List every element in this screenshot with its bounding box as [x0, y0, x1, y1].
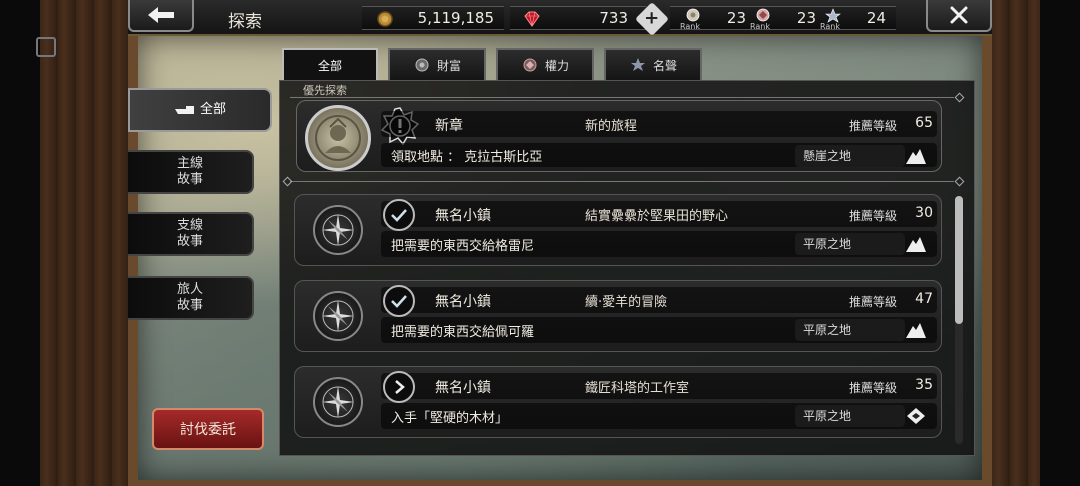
hunt-request-button[interactable]: 討伐委託	[152, 408, 264, 450]
back-button[interactable]	[128, 0, 194, 32]
compass-emblem-icon	[313, 377, 363, 427]
gem-value: 733	[599, 9, 628, 27]
pointing-hand-icon	[174, 106, 194, 114]
tab-label: 財富	[436, 58, 461, 73]
chapter-emblem-icon	[305, 105, 371, 171]
featured-quest-card[interactable]: 新章 新的旅程 推薦等級 65 領取地點 ： 克拉古斯比亞 懸崖之地	[296, 100, 942, 172]
page-title: 探索	[228, 12, 262, 32]
tab-label: 全部	[317, 58, 342, 73]
recommended-level-label: 推薦等級	[849, 209, 898, 223]
recommended-level-value: 65	[915, 115, 933, 131]
quest-card[interactable]: 無名小鎮 鐵匠科塔的工作室 推薦等級 35 入手「堅硬的木材」 平原之地	[294, 366, 942, 438]
tab-label: 權力	[544, 58, 569, 73]
gem-icon	[524, 11, 540, 27]
region-tag: 懸崖之地	[795, 145, 905, 167]
checkmark-icon	[383, 199, 415, 231]
recommended-level-value: 30	[915, 205, 933, 221]
side-tab-main-story[interactable]: 主線 故事	[128, 150, 254, 194]
divider	[290, 181, 954, 182]
quest-task: 把需要的東西交給格雷尼	[391, 239, 535, 254]
side-tab-all[interactable]: 全部	[128, 88, 272, 132]
rank-label: Rank	[680, 22, 700, 31]
tab-all[interactable]: 全部	[282, 48, 378, 80]
coin-icon	[377, 11, 393, 27]
rank-value: 23	[796, 9, 816, 27]
featured-subtitle: 新的旅程	[585, 119, 638, 134]
quest-subtitle: 結實纍纍於堅果田的野心	[585, 209, 729, 224]
quest-name: 無名小鎮	[435, 294, 491, 310]
recommended-level-label: 推薦等級	[849, 295, 898, 309]
power-icon	[523, 58, 537, 72]
side-tab-label: 全部	[199, 102, 226, 117]
region-label: 懸崖之地	[803, 149, 852, 163]
quest-card[interactable]: 無名小鎮 結實纍纍於堅果田的野心 推薦等級 30 把需要的東西交給格雷尼 平原之…	[294, 194, 942, 266]
plus-icon: +	[644, 8, 660, 29]
compass-emblem-icon	[313, 205, 363, 255]
side-tab-line: 故事	[176, 298, 203, 313]
recommended-level-label: 推薦等級	[849, 381, 898, 395]
mountain-region-icon	[903, 317, 929, 343]
side-tab-line: 故事	[176, 234, 203, 249]
wood-frame-right	[992, 0, 1040, 486]
coin-counter: 5,119,185	[362, 6, 504, 30]
side-tab-side-story[interactable]: 支線 故事	[128, 212, 254, 256]
tab-fame[interactable]: 名聲	[604, 48, 702, 80]
gem-counter: 733	[510, 6, 646, 30]
recommended-level-value: 47	[915, 291, 933, 307]
diamond-marker-icon	[903, 403, 929, 429]
side-tab-traveler-story[interactable]: 旅人 故事	[128, 276, 254, 320]
region-tag: 平原之地	[795, 319, 905, 341]
rank-power: Rank 23	[750, 7, 820, 31]
left-margin	[0, 0, 40, 486]
rank-value: 24	[866, 9, 886, 27]
featured-task: 領取地點 ： 克拉古斯比亞	[391, 150, 543, 165]
scrollbar-thumb[interactable]	[955, 196, 963, 324]
quest-task: 入手「堅硬的木材」	[391, 411, 509, 426]
system-checkbox[interactable]	[36, 37, 56, 57]
recommended-level-label: 推薦等級	[849, 119, 898, 133]
coin-value: 5,119,185	[417, 9, 494, 27]
rank-counters: Rank 23 Rank 23 Rank 24	[670, 6, 896, 31]
divider	[290, 97, 954, 98]
wood-frame-left	[40, 0, 128, 486]
region-tag: 平原之地	[795, 405, 905, 427]
side-tab-line: 主線	[176, 156, 203, 171]
fame-icon	[630, 58, 645, 71]
region-label: 平原之地	[803, 409, 852, 423]
rank-value: 23	[726, 9, 746, 27]
right-margin	[1040, 0, 1080, 486]
tab-wealth[interactable]: 財富	[388, 48, 486, 80]
quest-name: 無名小鎮	[435, 208, 491, 224]
quest-name: 無名小鎮	[435, 380, 491, 396]
quest-subtitle: 續·愛羊的冒險	[585, 295, 668, 310]
priority-section-label: 優先探索	[303, 84, 347, 97]
region-label: 平原之地	[803, 323, 852, 337]
quest-task: 把需要的東西交給佩可羅	[391, 325, 535, 340]
wealth-icon	[415, 58, 429, 72]
rank-label: Rank	[820, 22, 840, 31]
tab-power[interactable]: 權力	[496, 48, 594, 80]
featured-name: 新章	[435, 118, 463, 134]
rank-label: Rank	[750, 22, 770, 31]
close-icon	[950, 6, 968, 24]
back-arrow-icon	[148, 7, 174, 23]
compass-emblem-icon	[313, 291, 363, 341]
side-tab-line: 旅人	[176, 282, 203, 297]
tab-label: 名聲	[652, 58, 677, 73]
quest-subtitle: 鐵匠科塔的工作室	[585, 381, 690, 396]
chevron-right-icon	[383, 371, 415, 403]
checkmark-icon	[383, 285, 415, 317]
side-tab-line: 故事	[176, 172, 203, 187]
mountain-region-icon	[903, 143, 929, 169]
quest-card[interactable]: 無名小鎮 續·愛羊的冒險 推薦等級 47 把需要的東西交給佩可羅 平原之地	[294, 280, 942, 352]
region-label: 平原之地	[803, 237, 852, 251]
rank-wealth: Rank 23	[680, 7, 750, 31]
rank-fame: Rank 24	[820, 7, 890, 31]
close-button[interactable]	[926, 0, 992, 32]
mountain-region-icon	[903, 231, 929, 257]
region-tag: 平原之地	[795, 233, 905, 255]
side-tab-line: 支線	[176, 218, 203, 233]
recommended-level-value: 35	[915, 377, 933, 393]
